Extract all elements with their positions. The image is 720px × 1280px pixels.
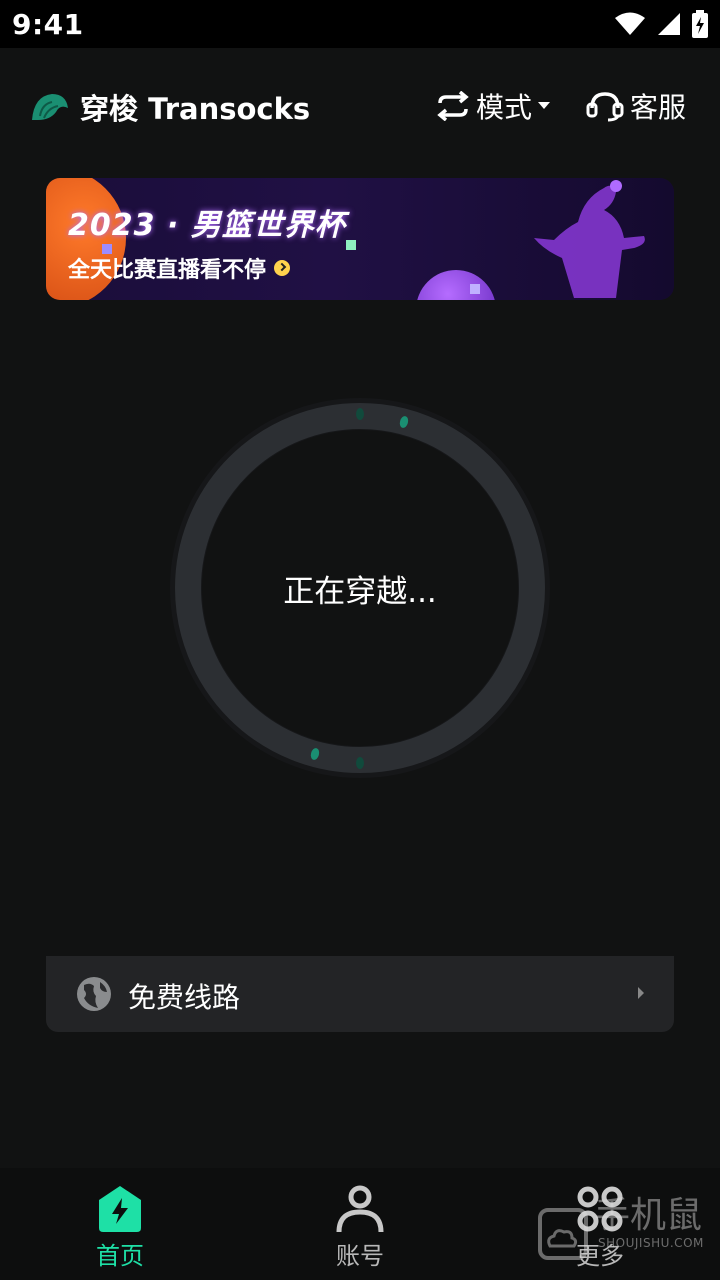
- route-selector[interactable]: 免费线路: [46, 956, 674, 1032]
- decor-square: [346, 240, 356, 250]
- wifi-icon: [615, 12, 645, 35]
- status-time: 9:41: [12, 8, 84, 41]
- brand-title: 穿梭 Transocks: [80, 92, 311, 126]
- connection-status: 正在穿越...: [283, 574, 437, 610]
- decor-square: [470, 284, 480, 294]
- status-bar: 9:41: [0, 0, 720, 48]
- banner-headline: 2023 · 男篮世界杯: [68, 208, 346, 243]
- purple-basketball-graphic: [416, 270, 496, 300]
- tab-account-label: 账号: [336, 1242, 384, 1270]
- brand: 穿梭 Transocks: [30, 86, 310, 128]
- tab-home[interactable]: 首页: [50, 1184, 190, 1271]
- tab-home-label: 首页: [96, 1242, 144, 1270]
- route-label: 免费线路: [128, 981, 241, 1014]
- connect-ring[interactable]: 正在穿越...: [168, 396, 552, 780]
- globe-icon: [77, 977, 111, 1011]
- pangolin-logo-icon: [32, 94, 68, 120]
- headset-icon: [586, 92, 624, 122]
- support-button[interactable]: 客服: [586, 86, 686, 126]
- promo-banner[interactable]: 2023 · 男篮世界杯 全天比赛直播看不停: [46, 178, 674, 300]
- chevron-right-icon: [638, 987, 644, 999]
- arrow-right-circle-icon: [274, 260, 291, 276]
- signal-icon: [658, 13, 680, 35]
- app-header: 穿梭 Transocks 模式 客服: [0, 48, 720, 158]
- watermark-cn: 手机鼠: [594, 1195, 703, 1236]
- caret-down-icon: [538, 102, 551, 109]
- banner-subline-text: 全天比赛直播看不停: [68, 258, 267, 283]
- mode-button[interactable]: 模式: [436, 86, 551, 126]
- mode-label: 模式: [476, 91, 533, 124]
- banner-subline: 全天比赛直播看不停: [68, 252, 291, 284]
- support-label: 客服: [630, 91, 687, 124]
- person-icon: [336, 1185, 384, 1233]
- site-watermark: 手机鼠 SHOUJISHU.COM: [536, 1186, 716, 1266]
- watermark-en: SHOUJISHU.COM: [598, 1236, 704, 1250]
- status-icons: [614, 10, 708, 38]
- tab-account[interactable]: 账号: [290, 1184, 430, 1271]
- battery-icon: [692, 10, 708, 38]
- cloud-phone-logo-icon: [538, 1208, 588, 1260]
- switch-arrows-icon: [437, 91, 469, 121]
- lightning-home-icon: [99, 1186, 141, 1232]
- player-silhouette-icon: [534, 180, 645, 298]
